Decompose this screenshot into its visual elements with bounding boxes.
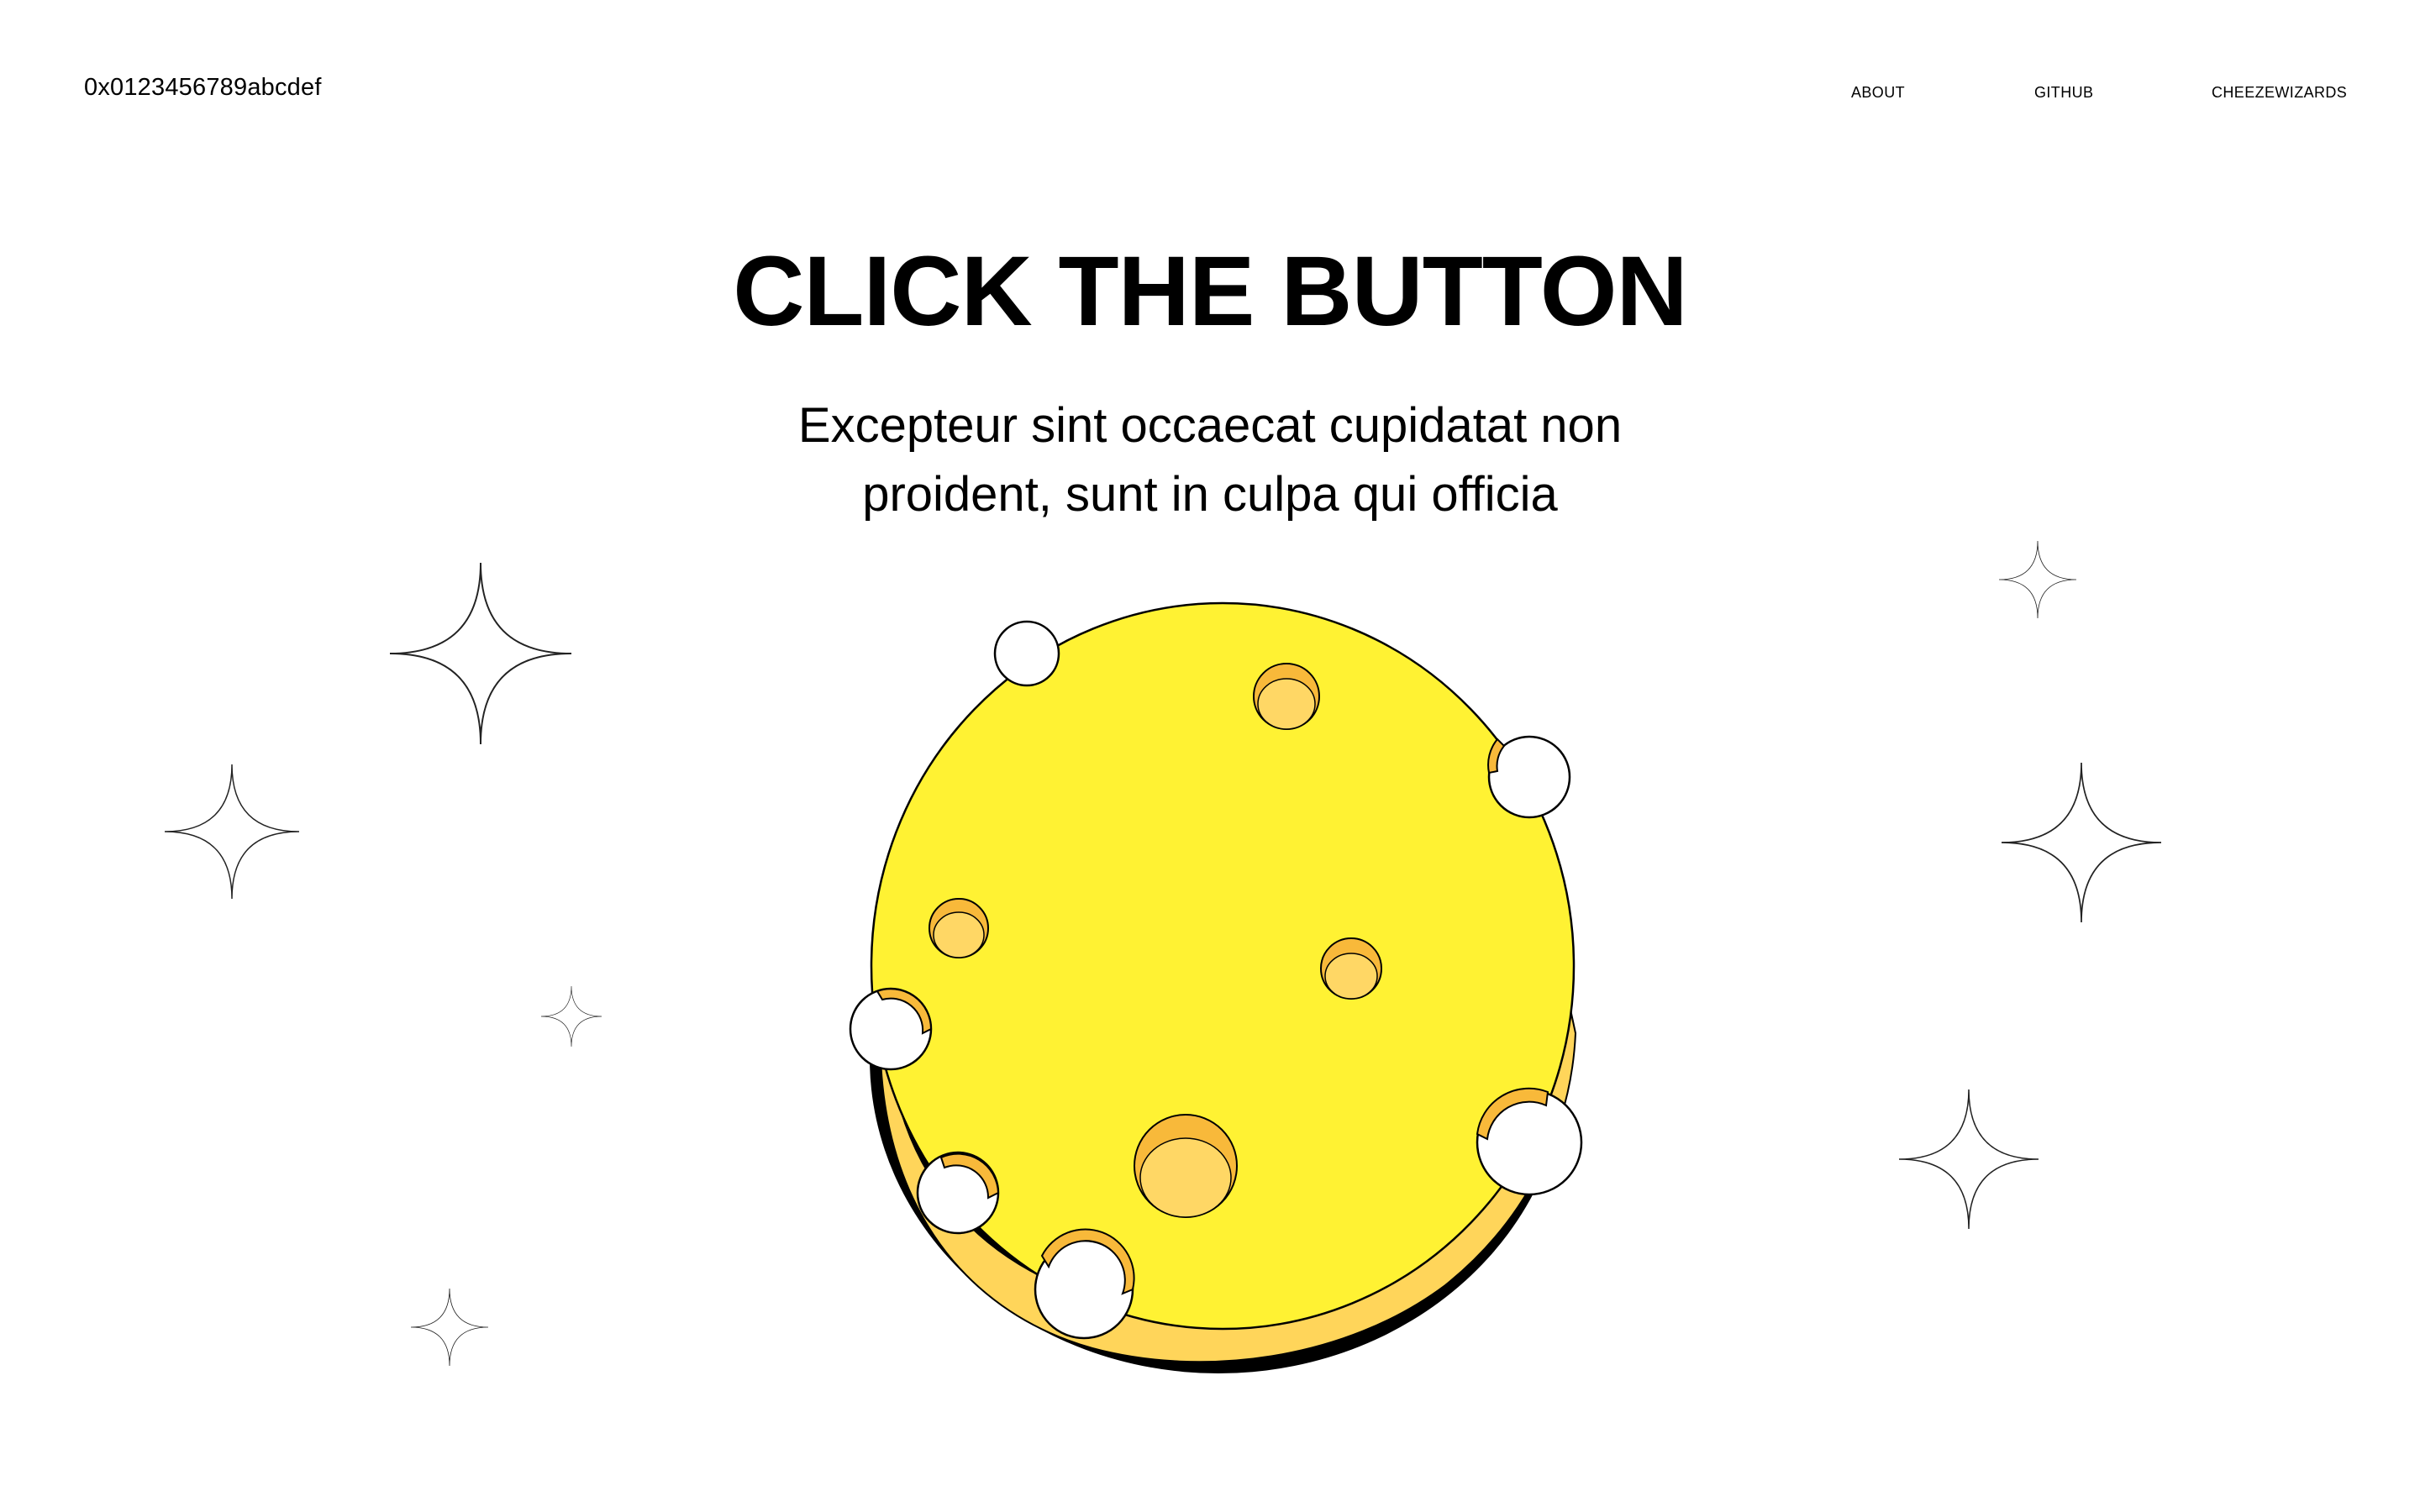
sparkle-icon [164, 764, 300, 900]
cheese-wheel-icon [849, 601, 1583, 1373]
page-subtitle: Excepteur sint occaecat cupidatat non pr… [0, 391, 2420, 529]
nav-cheezewizards-link[interactable]: CHEEZEWIZARDS [2212, 84, 2347, 102]
sparkle-icon [2001, 762, 2162, 923]
sparkle-icon [1998, 540, 2077, 619]
subtitle-line-2: proident, sunt in culpa qui officia [862, 467, 1558, 522]
subtitle-line-1: Excepteur sint occaecat cupidatat non [797, 398, 1623, 453]
nav-about-link[interactable]: ABOUT [1851, 84, 1905, 102]
sparkle-icon [389, 562, 572, 745]
sparkle-icon [540, 985, 602, 1047]
page-title: CLICK THE BUTTON [733, 236, 1688, 347]
cheese-hole [929, 898, 989, 958]
cheese-hole [1134, 1114, 1238, 1218]
cheese-notch [993, 620, 1060, 687]
wallet-address: 0x0123456789abcdef [84, 74, 322, 101]
sparkle-icon [410, 1288, 489, 1367]
cheese-hole [1253, 663, 1320, 730]
cheese-button[interactable] [840, 588, 1613, 1394]
sparkle-icon [1898, 1089, 2039, 1230]
cheese-hole [1320, 937, 1382, 1000]
nav-github-link[interactable]: GITHUB [2034, 84, 2093, 102]
